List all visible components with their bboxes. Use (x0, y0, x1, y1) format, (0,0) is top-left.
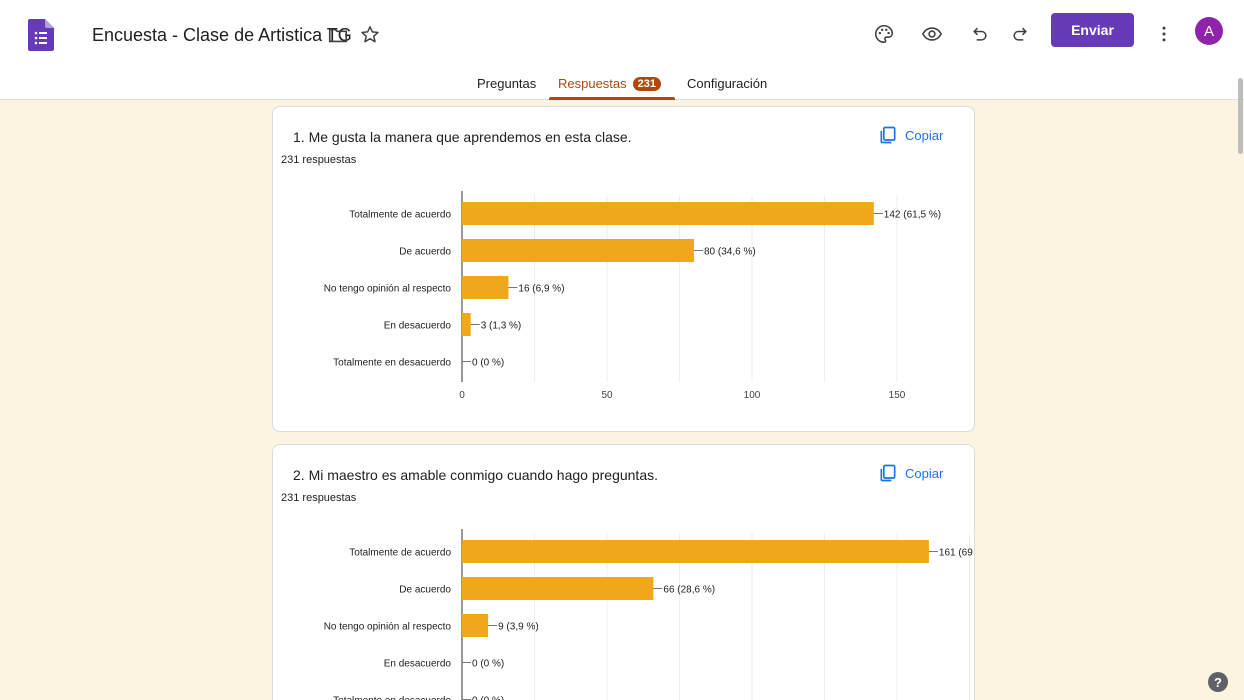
question-title: 2. Mi maestro es amable conmigo cuando h… (293, 467, 658, 483)
redo-icon[interactable] (1006, 20, 1034, 48)
active-tab-indicator (549, 97, 675, 100)
bar (462, 313, 471, 336)
top-bar: Encuesta - Clase de Artistica TG Enviar … (0, 0, 1244, 100)
response-count-badge: 231 (632, 77, 662, 91)
category-label: Totalmente de acuerdo (349, 210, 451, 221)
avatar[interactable]: A (1195, 17, 1223, 45)
data-label: 66 (28,6 %) (663, 585, 715, 596)
copy-button[interactable]: Copiar (878, 460, 943, 486)
page-scrollbar[interactable] (1236, 70, 1244, 700)
category-label: En desacuerdo (384, 321, 452, 332)
data-label: 3 (1,3 %) (481, 321, 522, 332)
more-vert-icon[interactable] (1150, 20, 1178, 48)
copy-icon (880, 464, 896, 482)
tab-preguntas[interactable]: Preguntas (477, 76, 536, 91)
data-label: 161 (69,7 %) (939, 548, 973, 559)
data-label: 0 (0 %) (472, 358, 504, 369)
form-title[interactable]: Encuesta - Clase de Artistica TG (92, 25, 352, 46)
data-label: 0 (0 %) (472, 696, 504, 700)
copy-label: Copiar (905, 465, 944, 481)
data-label: 80 (34,6 %) (704, 247, 756, 258)
x-tick-label: 100 (744, 390, 761, 401)
tab-bar: Preguntas Respuestas 231 Configuración (0, 70, 1244, 100)
copy-label: Copiar (905, 127, 944, 143)
data-label: 142 (61,5 %) (884, 210, 941, 221)
data-label: 16 (6,9 %) (518, 284, 564, 295)
category-label: No tengo opinión al respecto (324, 284, 452, 295)
data-label: 0 (0 %) (472, 659, 504, 670)
x-tick-label: 0 (459, 390, 465, 401)
palette-icon[interactable] (870, 20, 898, 48)
eye-icon[interactable] (918, 20, 946, 48)
x-tick-label: 50 (601, 390, 613, 401)
tab-respuestas[interactable]: Respuestas 231 (558, 76, 662, 91)
undo-icon[interactable] (966, 20, 994, 48)
forms-logo-icon[interactable] (28, 19, 54, 51)
bar-chart: Totalmente de acuerdo 161 (69,7 %) De acue… (324, 529, 973, 700)
star-icon[interactable] (359, 24, 381, 46)
data-label: 9 (3,9 %) (498, 622, 539, 633)
category-label: De acuerdo (399, 247, 451, 258)
copy-icon (880, 126, 896, 144)
question-title: 1. Me gusta la manera que aprendemos en … (293, 129, 632, 145)
category-label: Totalmente de acuerdo (349, 548, 451, 559)
scroll-thumb[interactable] (1238, 78, 1243, 154)
tab-configuracion[interactable]: Configuración (687, 76, 767, 91)
bar (462, 239, 694, 262)
category-label: No tengo opinión al respecto (324, 622, 452, 633)
bar (462, 276, 509, 299)
bar-chart: Totalmente de acuerdo 142 (61,5 %) De acue… (324, 191, 941, 401)
question-card-2: 2. Mi maestro es amable conmigo cuando h… (272, 444, 975, 700)
category-label: Totalmente en desacuerdo (333, 696, 451, 700)
bar (462, 577, 654, 600)
category-label: De acuerdo (399, 585, 451, 596)
send-button[interactable]: Enviar (1051, 13, 1134, 47)
response-count: 231 respuestas (281, 154, 357, 166)
response-count: 231 respuestas (281, 492, 357, 504)
category-label: En desacuerdo (384, 659, 452, 670)
help-icon[interactable]: ? (1208, 672, 1228, 692)
question-card-1: 1. Me gusta la manera que aprendemos en … (272, 106, 975, 432)
copy-button[interactable]: Copiar (878, 122, 943, 148)
category-label: Totalmente en desacuerdo (333, 358, 451, 369)
bar (462, 614, 489, 637)
folder-icon[interactable] (327, 24, 349, 46)
bar (462, 202, 874, 225)
bar (462, 540, 929, 563)
x-tick-label: 150 (889, 390, 906, 401)
